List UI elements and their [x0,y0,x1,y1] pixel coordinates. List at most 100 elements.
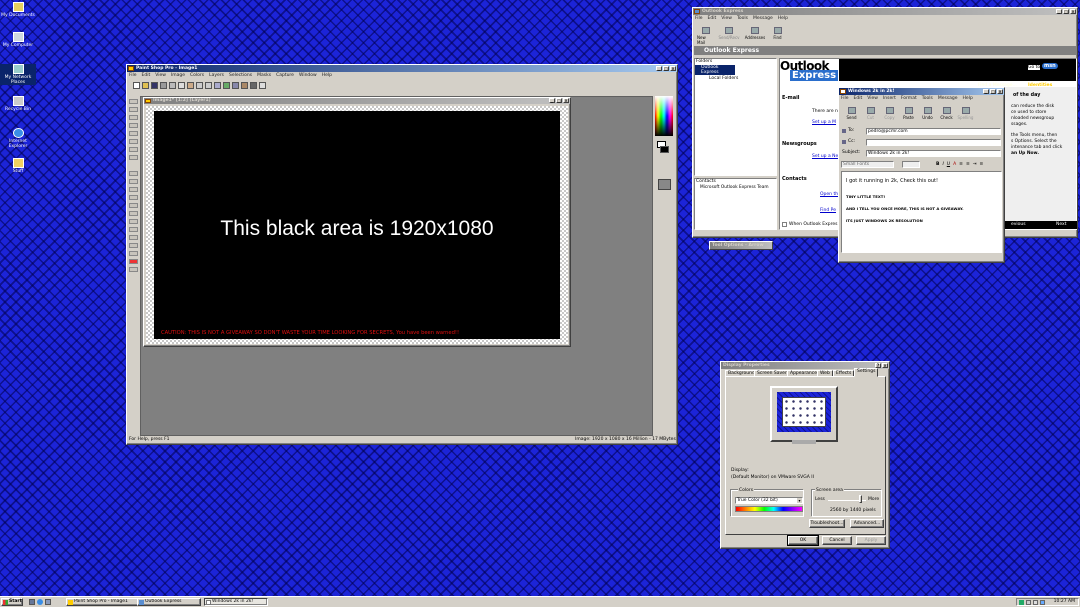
align-icon[interactable]: ≡ [980,162,984,167]
tab-settings[interactable]: Settings [854,368,879,377]
text-tool-icon[interactable] [129,243,138,248]
arrow-tool-icon[interactable] [129,99,138,104]
histogram-icon[interactable] [241,82,248,89]
desktop-icon-stuff[interactable]: Stuff [0,158,36,174]
display-tray-icon[interactable] [1040,600,1045,605]
close-button[interactable]: × [670,66,676,71]
undo-icon[interactable] [196,82,203,89]
subject-field[interactable]: Windows 2k in 2k! [866,150,1001,157]
menu-edit[interactable]: Edit [708,16,717,21]
msn-logo[interactable]: msn [1042,63,1058,69]
tool-options-window[interactable]: Tool Options - Arrow [709,241,773,250]
menu-view[interactable]: View [867,96,878,101]
crop-tool-icon[interactable] [129,123,138,128]
copy-icon[interactable] [178,82,185,89]
menu-help[interactable]: Help [778,16,788,21]
help-icon[interactable] [259,82,266,89]
screen-icon[interactable] [223,82,230,89]
bold-icon[interactable]: B [936,162,939,167]
zoom-tool-icon[interactable] [129,107,138,112]
next-tip-button[interactable]: Next [1056,221,1066,229]
cancel-button[interactable]: Cancel [822,536,852,545]
menu-edit[interactable]: Edit [142,73,151,78]
display-close-button[interactable]: × [882,363,888,368]
menu-insert[interactable]: Insert [883,96,896,101]
image-close-button[interactable]: × [563,98,569,103]
new-mail-button[interactable]: New Mail [697,27,714,45]
selection-tool-icon[interactable] [129,139,138,144]
capture-icon[interactable] [250,82,257,89]
clock[interactable]: 10:27 AM [1054,599,1075,605]
copy-button[interactable]: Copy [881,107,898,120]
mover-tool-icon[interactable] [129,131,138,136]
shape-tool-icon[interactable] [129,259,138,264]
mail-tray-icon[interactable] [1033,600,1038,605]
magic-wand-tool-icon[interactable] [129,155,138,160]
menu-colors[interactable]: Colors [190,73,204,78]
underline-icon[interactable]: U [947,162,950,167]
dropper-tool-icon[interactable] [129,171,138,176]
open-address-book-link[interactable]: Open th [820,192,838,197]
undo-button[interactable]: Undo [919,107,936,120]
airbrush-tool-icon[interactable] [129,227,138,232]
layers-icon[interactable] [232,82,239,89]
address-book-to-icon[interactable] [842,129,846,133]
menu-image[interactable]: Image [171,73,185,78]
flood-fill-tool-icon[interactable] [129,235,138,240]
picture-tube-tool-icon[interactable] [129,219,138,224]
apply-button[interactable]: Apply [856,536,886,545]
compose-minimize-button[interactable]: _ [983,89,989,94]
ie-icon[interactable] [37,599,43,605]
menu-message[interactable]: Message [753,16,773,21]
task-outlook-express[interactable]: Outlook Express [137,598,201,606]
show-desktop-icon[interactable] [29,599,35,605]
colors-select[interactable]: True Color (32 bit) ▾ [735,497,803,504]
bullets-icon[interactable]: ≡ [966,162,970,167]
menu-tools[interactable]: Tools [922,96,933,101]
print-icon[interactable] [160,82,167,89]
desktop-icon-my-computer[interactable]: My Computer [0,32,36,48]
font-select[interactable]: Small Fonts [841,161,894,168]
network-tray-icon[interactable] [1019,600,1024,605]
menu-edit[interactable]: Edit [854,96,863,101]
menu-selections[interactable]: Selections [229,73,252,78]
image-maximize-button[interactable]: □ [556,98,562,103]
desktop-icon-internet-explorer[interactable]: Internet Explorer [0,128,36,149]
menu-masks[interactable]: Masks [257,73,271,78]
background-swatch[interactable] [660,146,669,153]
addresses-button[interactable]: Addresses [744,27,766,45]
zoom-icon[interactable] [214,82,221,89]
menu-file[interactable]: File [841,96,849,101]
menu-view[interactable]: View [155,73,166,78]
message-body[interactable]: I got it running in 2k, Check this out! … [841,171,1002,253]
compose-maximize-button[interactable]: □ [990,89,996,94]
start-button[interactable]: Start [1,598,23,606]
font-size-select[interactable] [902,161,920,168]
menu-file[interactable]: File [695,16,703,21]
menu-help[interactable]: Help [963,96,973,101]
maximize-button[interactable]: □ [663,66,669,71]
retouch-tool-icon[interactable] [129,203,138,208]
oe-minimize-button[interactable]: _ [1056,9,1062,14]
dropdown-arrow-icon[interactable]: ▾ [797,498,802,503]
desktop-icon-my-documents[interactable]: My Documents [0,2,36,18]
image-minimize-button[interactable]: _ [549,98,555,103]
address-book-cc-icon[interactable] [842,140,846,144]
eraser-tool-icon[interactable] [129,211,138,216]
vector-tool-icon[interactable] [129,267,138,272]
menu-format[interactable]: Format [901,96,917,101]
oe-close-button[interactable]: × [1070,9,1076,14]
desktop-icon-recycle-bin[interactable]: Recycle Bin [0,96,36,112]
startup-checkbox[interactable] [782,222,787,227]
italic-icon[interactable]: I [942,162,943,167]
oe-maximize-button[interactable]: □ [1063,9,1069,14]
menu-file[interactable]: File [129,73,137,78]
numbering-icon[interactable]: ≡ [959,162,963,167]
draw-tool-icon[interactable] [129,251,138,256]
freehand-tool-icon[interactable] [129,147,138,152]
outlook-icon[interactable] [45,599,51,605]
previous-tip-button[interactable]: evious [1011,221,1026,229]
task-paint-shop-pro[interactable]: Paint Shop Pro - Image1 [66,598,139,606]
contact-item[interactable]: Microsoft Outlook Express Team [695,185,776,190]
paste-button[interactable]: Paste [900,107,917,120]
